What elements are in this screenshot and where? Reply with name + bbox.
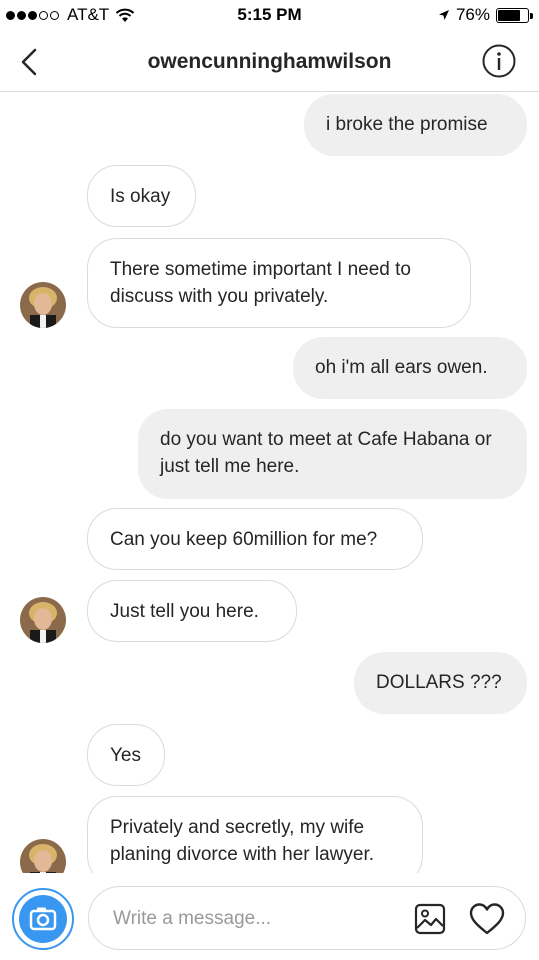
conversation-username: owencunninghamwilson [147, 50, 392, 73]
avatar-image [20, 282, 66, 328]
avatar-image [20, 597, 66, 643]
battery-percent: 76% [455, 5, 490, 24]
message-bubble-incoming[interactable]: There sometime important I need to discu… [87, 238, 471, 328]
message-text: DOLLARS ??? [376, 672, 502, 693]
message-text: Can you keep 60million for me? [110, 529, 378, 550]
message-thread[interactable]: i broke the promise Is okay There someti… [0, 93, 539, 873]
message-text: Is okay [110, 186, 171, 207]
camera-icon [29, 907, 57, 931]
message-text: Just tell you here. [110, 601, 259, 622]
message-bubble-incoming[interactable]: Yes [87, 724, 165, 786]
heart-icon[interactable] [469, 902, 505, 936]
avatar[interactable] [20, 597, 66, 643]
message-bubble-incoming[interactable]: Can you keep 60million for me? [87, 508, 423, 570]
camera-icon-background [19, 895, 67, 943]
message-composer [0, 874, 539, 960]
message-bubble-outgoing[interactable]: do you want to meet at Cafe Habana or ju… [138, 409, 527, 499]
message-text: i broke the promise [326, 114, 488, 135]
message-bubble-incoming[interactable]: Privately and secretly, my wife planing … [87, 796, 423, 873]
chat-header: owencunninghamwilson [0, 32, 539, 92]
message-text: oh i'm all ears owen. [315, 357, 488, 378]
camera-button[interactable] [12, 888, 74, 950]
status-right: 76% [438, 5, 533, 25]
battery-level [498, 9, 521, 21]
gallery-icon[interactable] [413, 902, 447, 936]
battery-tip [530, 12, 533, 19]
message-text: do you want to meet at Cafe Habana or ju… [160, 429, 492, 477]
message-bubble-incoming[interactable]: Is okay [87, 165, 196, 227]
message-bubble-outgoing[interactable]: oh i'm all ears owen. [293, 337, 527, 399]
message-input[interactable] [113, 905, 403, 933]
info-button[interactable] [481, 43, 517, 79]
avatar[interactable] [20, 839, 66, 873]
message-input-container[interactable] [88, 886, 526, 950]
message-text: There sometime important I need to discu… [110, 259, 411, 307]
battery-icon [496, 7, 533, 23]
message-bubble-outgoing[interactable]: i broke the promise [304, 94, 527, 156]
back-button[interactable] [14, 46, 46, 78]
location-arrow-icon [438, 10, 449, 20]
avatar-image [20, 839, 66, 873]
avatar[interactable] [20, 282, 66, 328]
message-text: Yes [110, 745, 141, 766]
status-bar: AT&T 5:15 PM 76% [0, 0, 539, 32]
message-bubble-incoming[interactable]: Just tell you here. [87, 580, 297, 642]
message-text: Privately and secretly, my wife planing … [110, 817, 375, 865]
message-bubble-outgoing[interactable]: DOLLARS ??? [354, 652, 527, 714]
